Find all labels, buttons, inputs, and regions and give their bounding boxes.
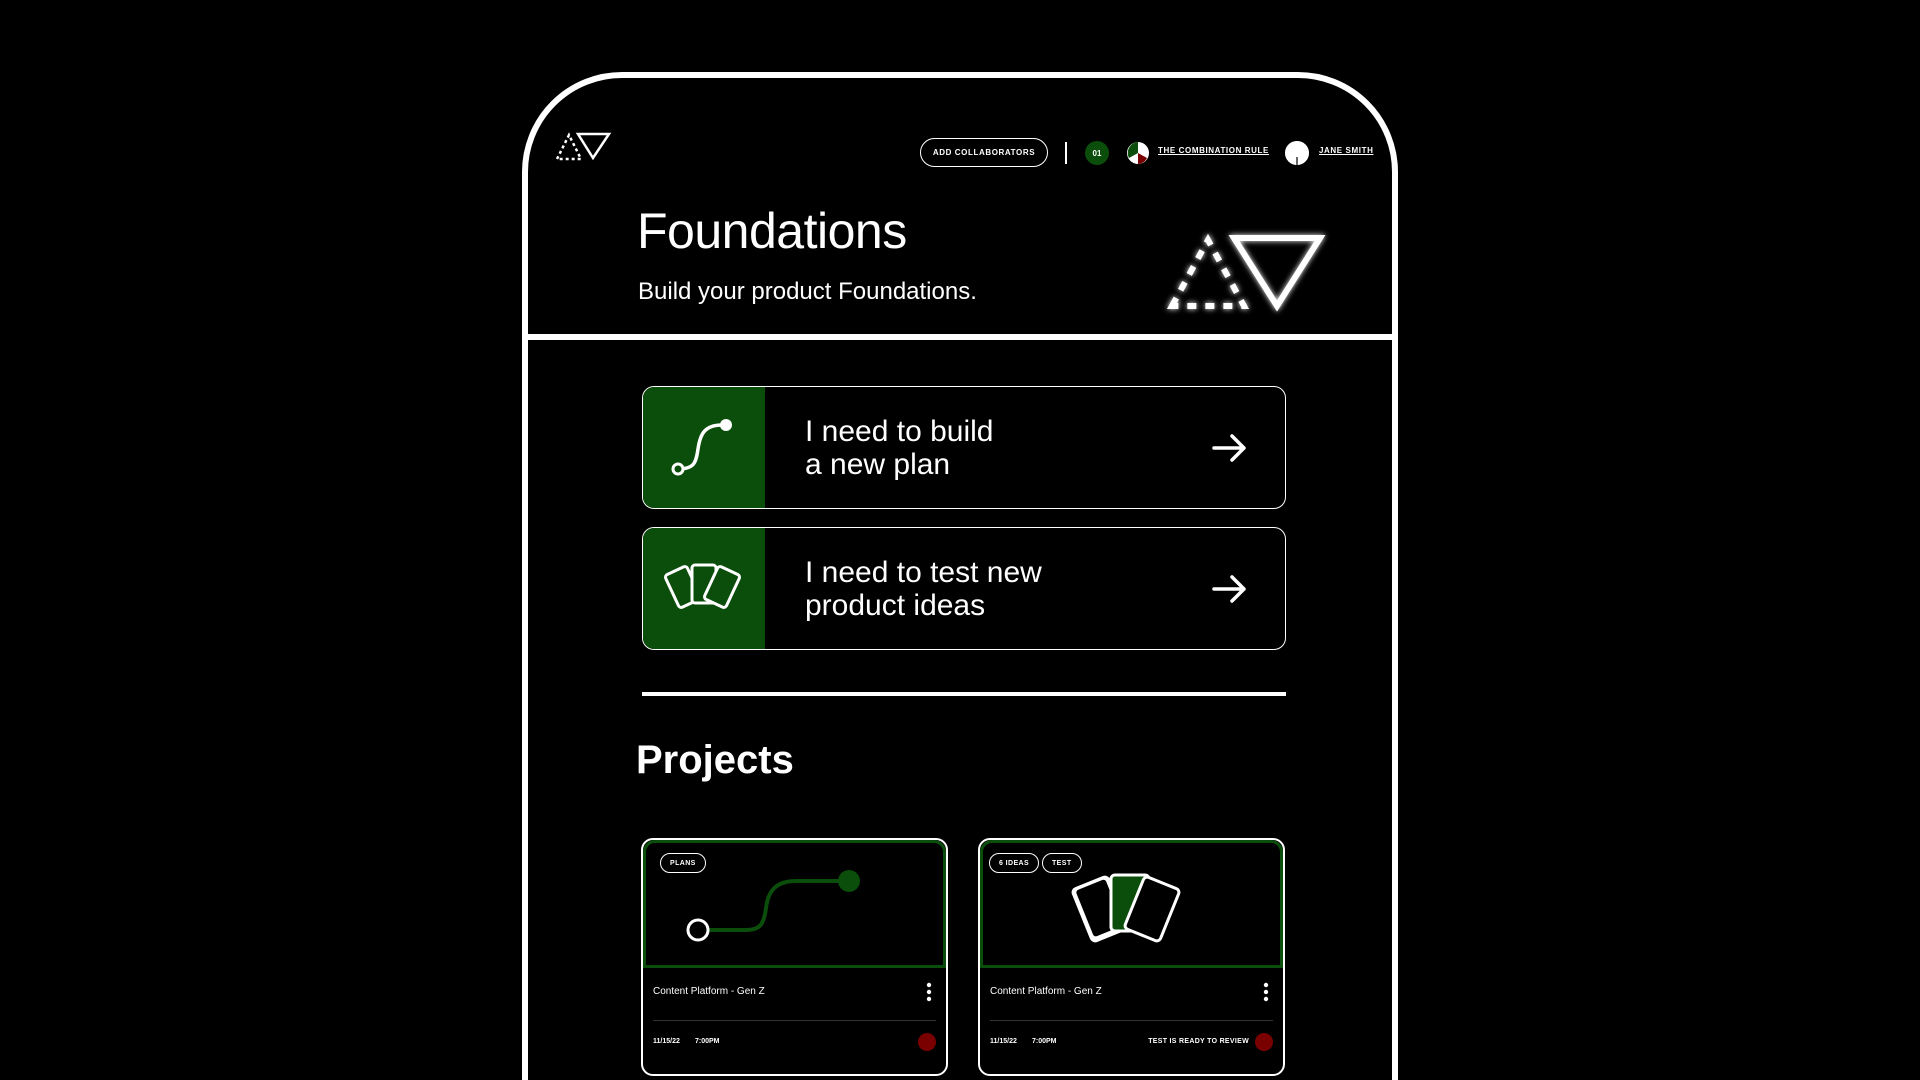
status-dot [918,1033,936,1051]
projects-title: Projects [636,738,794,782]
tag-chip: PLANS [660,853,706,873]
build-plan-label: I need to build a new plan [805,414,994,481]
user-avatar-icon [1285,141,1309,165]
build-plan-card[interactable]: I need to build a new plan [642,386,1286,509]
status-text: TEST IS READY TO REVIEW [1148,1038,1249,1045]
top-bar: ADD COLLABORATORS 01 THE COMBINATION RUL… [528,78,1392,198]
user-name-link[interactable]: JANE SMITH [1319,146,1373,155]
device-frame: ADD COLLABORATORS 01 THE COMBINATION RUL… [522,72,1398,1080]
project-date: 11/15/22 [990,1038,1017,1045]
test-ideas-card[interactable]: I need to test new product ideas [642,527,1286,650]
page-subtitle: Build your product Foundations. [638,278,977,305]
tag-chip: TEST [1042,853,1082,873]
project-visual: PLANS [643,840,946,968]
cards-icon [664,563,741,609]
status-dot [1255,1033,1273,1051]
test-ideas-icon-area [643,528,765,649]
arrow-right-icon[interactable] [1175,387,1285,508]
project-avatar-icon[interactable] [1126,141,1150,165]
project-name: Content Platform - Gen Z [653,986,765,997]
path-curve-icon [671,418,732,475]
more-options-icon[interactable] [1263,982,1269,1002]
tag-chip: 6 IDEAS [989,853,1040,873]
page-title: Foundations [637,203,907,259]
hero-logo-icon [1166,233,1326,312]
build-plan-icon-area [643,387,765,508]
project-name: Content Platform - Gen Z [990,986,1102,997]
project-time: 7:00PM [695,1038,720,1045]
arrow-right-icon[interactable] [1175,528,1285,649]
project-visual: 6 IDEAS TEST [980,840,1283,968]
more-options-icon[interactable] [926,982,932,1002]
project-date: 11/15/22 [653,1038,680,1045]
section-divider [642,692,1286,696]
app-logo[interactable] [554,130,612,162]
user-avatar[interactable] [1285,141,1309,165]
project-link[interactable]: THE COMBINATION RULE [1158,146,1269,155]
test-ideas-label: I need to test new product ideas [805,555,1042,622]
card-divider [653,1020,936,1021]
collaborator-count-badge[interactable]: 01 [1085,141,1109,165]
project-card[interactable]: 6 IDEAS TEST Content Platform - Gen Z 11… [978,838,1285,1076]
card-divider [990,1020,1273,1021]
project-time: 7:00PM [1032,1038,1057,1045]
project-card[interactable]: PLANS Content Platform - Gen Z 11/15/22 … [641,838,948,1076]
header-divider [1065,142,1067,164]
add-collaborators-button[interactable]: ADD COLLABORATORS [920,138,1048,167]
header-divider-line [528,334,1392,340]
